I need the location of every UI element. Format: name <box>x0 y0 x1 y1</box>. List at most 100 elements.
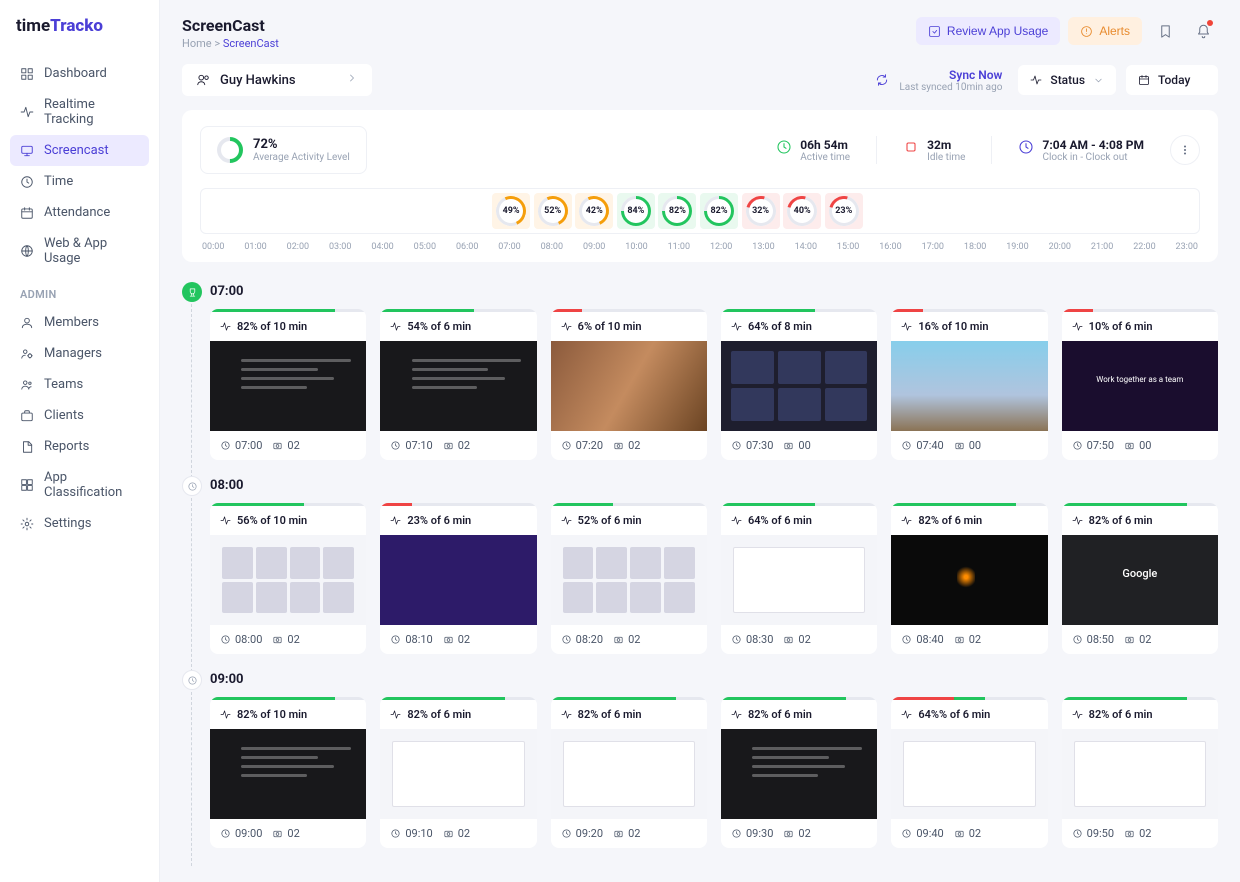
sidebar-item-attendance[interactable]: Attendance <box>10 197 149 228</box>
sidebar-item-managers[interactable]: Managers <box>10 338 149 369</box>
screenshot-card[interactable]: 16% of 10 min07:4000 <box>891 309 1047 460</box>
notification-bell-icon[interactable] <box>1188 16 1218 46</box>
screenshot-card[interactable]: 82% of 10 min09:0002 <box>210 697 366 848</box>
timeline-cell[interactable]: 52% <box>534 193 572 229</box>
clock-icon <box>390 440 401 451</box>
screenshot-card[interactable]: 82% of 6 min09:5002 <box>1062 697 1218 848</box>
activity-icon <box>901 515 912 526</box>
camera-icon <box>443 634 454 645</box>
bookmark-icon[interactable] <box>1150 16 1180 46</box>
activity-icon <box>220 321 231 332</box>
timeline-cell[interactable]: 40% <box>783 193 821 229</box>
sidebar: timeTracko DashboardRealtime TrackingScr… <box>0 0 160 882</box>
activity-icon <box>1072 321 1083 332</box>
breadcrumb-home[interactable]: Home <box>182 37 212 50</box>
clock-icon <box>390 828 401 839</box>
camera-icon <box>783 634 794 645</box>
breadcrumb: Home > ScreenCast <box>182 37 279 50</box>
chevron-down-icon <box>1093 75 1104 86</box>
camera-icon <box>613 440 624 451</box>
hour-section: 07:00 82% of 10 min07:000254% of 6 min07:… <box>182 284 1218 460</box>
timeline-cell[interactable]: 32% <box>742 193 780 229</box>
screenshot-card[interactable]: 64%% of 6 min09:4002 <box>891 697 1047 848</box>
screenshot-card[interactable]: 82% of 6 min09:1002 <box>380 697 536 848</box>
timeline-cell[interactable]: 23% <box>825 193 863 229</box>
screenshot-card[interactable]: 6% of 10 min07:2002 <box>551 309 707 460</box>
screenshot-card[interactable]: 56% of 10 min08:0002 <box>210 503 366 654</box>
timeline-cell[interactable]: 42% <box>575 193 613 229</box>
camera-icon <box>1124 828 1135 839</box>
activity-ring-icon <box>212 132 249 169</box>
stop-icon <box>903 139 919 155</box>
active-time-stat: 06h 54mActive time <box>776 138 850 163</box>
clock-icon <box>561 634 572 645</box>
clock-icon <box>1072 634 1083 645</box>
camera-icon <box>954 634 965 645</box>
breadcrumb-current: ScreenCast <box>223 37 279 50</box>
calendar-icon <box>1138 74 1150 86</box>
camera-icon <box>783 440 794 451</box>
sidebar-item-reports[interactable]: Reports <box>10 431 149 462</box>
screenshot-card[interactable]: 82% of 6 min08:5002 <box>1062 503 1218 654</box>
sidebar-item-time[interactable]: Time <box>10 166 149 197</box>
activity-icon <box>731 709 742 720</box>
sidebar-item-dashboard[interactable]: Dashboard <box>10 58 149 89</box>
activity-icon <box>561 515 572 526</box>
user-selector[interactable]: Guy Hawkins <box>182 64 372 96</box>
sidebar-item-screencast[interactable]: Screencast <box>10 135 149 166</box>
screenshot-card[interactable]: 64% of 6 min08:3002 <box>721 503 877 654</box>
screenshot-card[interactable]: 82% of 6 min08:4002 <box>891 503 1047 654</box>
sidebar-item-web-app-usage[interactable]: Web & App Usage <box>10 228 149 274</box>
clock-icon <box>901 634 912 645</box>
screenshot-card[interactable]: 10% of 6 min07:5000 <box>1062 309 1218 460</box>
screenshot-card[interactable]: 82% of 10 min07:0002 <box>210 309 366 460</box>
sidebar-item-realtime-tracking[interactable]: Realtime Tracking <box>10 89 149 135</box>
camera-icon <box>272 828 283 839</box>
sidebar-item-teams[interactable]: Teams <box>10 369 149 400</box>
sync-status[interactable]: Sync Now Last synced 10min ago <box>899 68 1002 93</box>
hour-section: 08:0056% of 10 min08:000223% of 6 min08:… <box>182 478 1218 654</box>
review-app-usage-button[interactable]: Review App Usage <box>916 17 1060 45</box>
clock-icon <box>1072 828 1083 839</box>
sidebar-item-settings[interactable]: Settings <box>10 508 149 539</box>
activity-icon <box>901 709 912 720</box>
camera-icon <box>613 828 624 839</box>
hour-label: 07:00 <box>210 284 244 299</box>
clock-icon <box>1072 440 1083 451</box>
status-dropdown[interactable]: Status <box>1018 65 1116 95</box>
activity-icon <box>390 709 401 720</box>
page-title: ScreenCast <box>182 16 279 35</box>
alerts-button[interactable]: Alerts <box>1068 17 1142 45</box>
timeline-cell[interactable]: 82% <box>658 193 696 229</box>
camera-icon <box>783 828 794 839</box>
admin-label: ADMIN <box>10 274 149 307</box>
screenshot-card[interactable]: 64% of 8 min07:3000 <box>721 309 877 460</box>
screenshot-card[interactable]: 82% of 6 min09:3002 <box>721 697 877 848</box>
more-options-button[interactable] <box>1170 135 1200 165</box>
screenshot-card[interactable]: 82% of 6 min09:2002 <box>551 697 707 848</box>
hour-section: 09:0082% of 10 min09:000282% of 6 min09:… <box>182 672 1218 848</box>
date-selector[interactable]: Today <box>1126 65 1218 95</box>
sidebar-item-clients[interactable]: Clients <box>10 400 149 431</box>
clock-icon <box>1018 139 1034 155</box>
timeline-cell[interactable]: 82% <box>700 193 738 229</box>
activity-icon <box>561 709 572 720</box>
idle-time-stat: 32mIdle time <box>903 138 965 163</box>
screenshot-card[interactable]: 23% of 6 min08:1002 <box>380 503 536 654</box>
sidebar-item-app-classification[interactable]: App Classification <box>10 462 149 508</box>
activity-icon <box>390 515 401 526</box>
sidebar-item-members[interactable]: Members <box>10 307 149 338</box>
activity-icon <box>1030 74 1042 86</box>
timeline-cell[interactable]: 84% <box>617 193 655 229</box>
activity-icon <box>731 515 742 526</box>
screenshot-card[interactable]: 52% of 6 min08:2002 <box>551 503 707 654</box>
activity-timeline: 49%52%42%84%82%82%32%40%23% <box>200 188 1200 234</box>
page-header: ScreenCast Home > ScreenCast Review App … <box>182 16 1218 50</box>
camera-icon <box>954 828 965 839</box>
screenshot-card[interactable]: 54% of 6 min07:1002 <box>380 309 536 460</box>
hour-badge <box>182 670 202 690</box>
camera-icon <box>1124 634 1135 645</box>
timeline-cell[interactable]: 49% <box>492 193 530 229</box>
activity-icon <box>390 321 401 332</box>
clock-icon <box>220 634 231 645</box>
